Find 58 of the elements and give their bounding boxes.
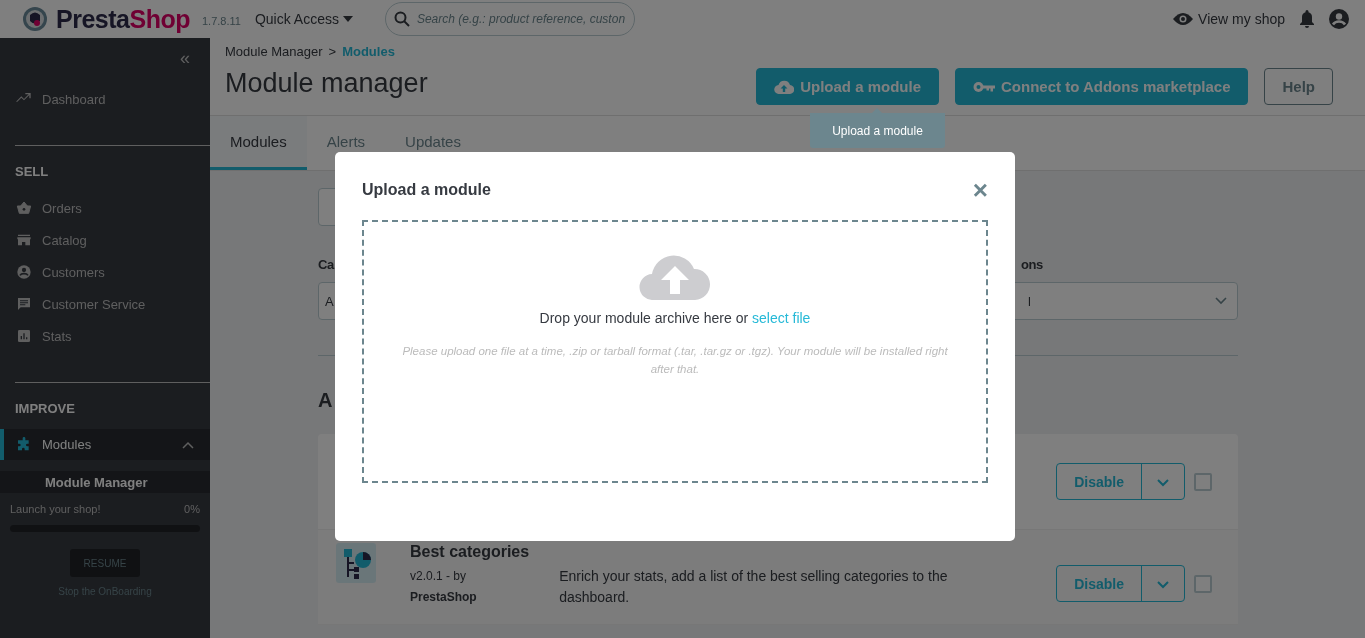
caret-icon: [342, 16, 353, 22]
search-field[interactable]: Search (e.g.: product reference, custon: [384, 2, 635, 36]
breadcrumb-link[interactable]: Module Manager: [225, 44, 323, 59]
view-shop-link[interactable]: View my shop: [1173, 11, 1285, 27]
sidebar-item[interactable]: Catalog: [0, 224, 210, 256]
close-button[interactable]: ×: [972, 180, 988, 200]
chevron-down-icon: [1215, 297, 1227, 305]
chevron-down-icon: [1157, 478, 1169, 487]
help-button[interactable]: Help: [1264, 68, 1333, 105]
logo-icon: [22, 6, 48, 32]
filter-label: Ca: [318, 257, 336, 274]
sidebar-item[interactable]: Stats: [0, 320, 210, 352]
store-icon: [16, 232, 32, 248]
upload-hint: Please upload one file at a time, .zip or tarball format (.tar, .tar.gz or .tgz). Your module will be installed right after that.: [401, 344, 949, 377]
module-version: v2.0.1 - by: [410, 569, 467, 583]
module-description: Enrich your stats, add a list of the best selling categories to the dashboard.: [559, 567, 949, 607]
section-heading: A: [318, 389, 334, 412]
onboarding-title: Launch your shop!: [10, 503, 101, 515]
chat-icon: [16, 296, 32, 312]
sidebar-item[interactable]: Orders: [0, 192, 210, 224]
chevron-down-icon: [1157, 580, 1169, 589]
eye-icon: [1173, 12, 1194, 26]
submenu-item[interactable]: Module Manager: [0, 471, 210, 493]
drop-zone[interactable]: Drop your module archive here or select file Please upload one file at a time, .zip or tarball format (.tar, .tar.gz or .tgz). Your module will be installed right after that.: [362, 220, 988, 483]
dialog-title: Upload a module: [362, 181, 491, 199]
cloud-upload-icon: [774, 79, 795, 94]
select-file-link[interactable]: select file: [752, 310, 811, 326]
sidebar-item[interactable]: Customer Service: [0, 288, 210, 320]
filter-label: ons: [1020, 257, 1044, 274]
tab[interactable]: Modules: [210, 116, 307, 170]
breadcrumb-separator: >: [328, 44, 337, 59]
basket-icon: [16, 200, 32, 216]
module-author: PrestaShop: [410, 589, 478, 606]
logo-text: PrestaShop: [56, 4, 190, 34]
version-label: 1.7.8.11: [201, 15, 241, 27]
person-circle-icon: [16, 264, 32, 280]
bell-icon[interactable]: [1299, 9, 1315, 29]
quick-access-menu[interactable]: Quick Access: [254, 11, 353, 27]
sidebar-item[interactable]: Dashboard: [0, 83, 210, 115]
search-icon: [393, 11, 410, 27]
collapse-button[interactable]: «: [180, 48, 190, 69]
breadcrumb-current: Modules: [342, 44, 395, 59]
key-icon: [973, 80, 995, 93]
module-name: Best categories: [410, 543, 530, 561]
checkbox[interactable]: [1194, 472, 1212, 491]
puzzle-icon: [16, 436, 32, 453]
drop-instructions: Drop your module archive here or select file: [539, 310, 811, 326]
account-icon[interactable]: [1329, 9, 1349, 29]
tooltip: Upload a module: [810, 108, 945, 148]
connect-addons-button[interactable]: Connect to Addons marketplace: [955, 68, 1249, 105]
sidebar-item[interactable]: Modules: [0, 429, 210, 460]
upload-module-button[interactable]: Upload a module: [756, 68, 939, 105]
progress-percent: 0%: [184, 503, 200, 515]
page-title: Module manager: [225, 68, 428, 99]
checkbox[interactable]: [1194, 574, 1212, 593]
module-icon: [336, 543, 376, 583]
sidebar-item[interactable]: Customers: [0, 256, 210, 288]
bar-chart-icon: [16, 328, 32, 344]
